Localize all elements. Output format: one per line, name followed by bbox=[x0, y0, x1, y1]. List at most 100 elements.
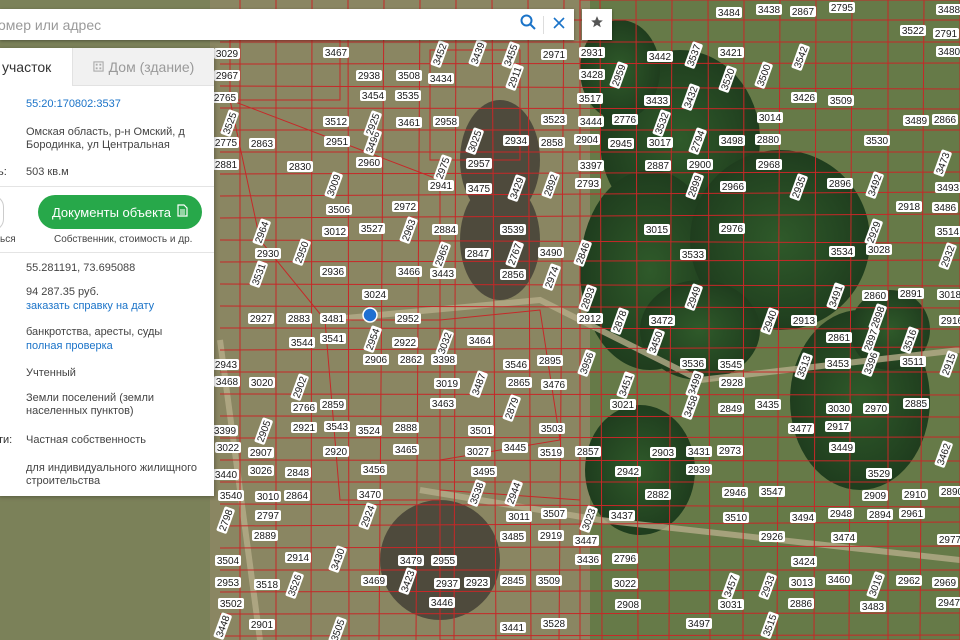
plot-label[interactable]: 3475 bbox=[466, 183, 492, 195]
plot-label[interactable]: 3493 bbox=[935, 182, 960, 194]
plot-label[interactable]: 3509 bbox=[828, 95, 854, 107]
plot-label[interactable]: 2930 bbox=[255, 248, 281, 260]
plot-label[interactable]: 3456 bbox=[361, 464, 387, 476]
plot-label[interactable]: 3510 bbox=[723, 512, 749, 524]
plot-label[interactable]: 3472 bbox=[649, 315, 675, 327]
plot-label[interactable]: 3527 bbox=[359, 223, 385, 235]
plot-label[interactable]: 2943 bbox=[213, 359, 239, 371]
plot-label[interactable]: 3514 bbox=[935, 226, 960, 238]
tab-land-plot[interactable]: участок bbox=[0, 48, 72, 87]
plot-label[interactable]: 3018 bbox=[937, 289, 960, 301]
plot-label[interactable]: 3446 bbox=[429, 597, 455, 609]
plot-label[interactable]: 3495 bbox=[471, 466, 497, 478]
plot-label[interactable]: 3444 bbox=[578, 116, 604, 128]
plot-label[interactable]: 2845 bbox=[500, 575, 526, 587]
plot-label[interactable]: 2903 bbox=[650, 447, 676, 459]
plot-label[interactable]: 3397 bbox=[578, 160, 604, 172]
tab-building[interactable]: Дом (здание) bbox=[72, 48, 214, 85]
plot-label[interactable]: 2962 bbox=[896, 575, 922, 587]
plot-label[interactable]: 2882 bbox=[645, 489, 671, 501]
plot-label[interactable]: 2934 bbox=[503, 135, 529, 147]
plot-label[interactable]: 2951 bbox=[324, 136, 350, 148]
plot-label[interactable]: 2858 bbox=[539, 137, 565, 149]
plot-label[interactable]: 3545 bbox=[718, 359, 744, 371]
plot-label[interactable]: 3498 bbox=[719, 135, 745, 147]
plot-label[interactable]: 3546 bbox=[503, 359, 529, 371]
plot-label[interactable]: 2966 bbox=[720, 181, 746, 193]
plot-label[interactable]: 3017 bbox=[647, 137, 673, 149]
plot-label[interactable]: 2900 bbox=[687, 159, 713, 171]
plot-label[interactable]: 2912 bbox=[577, 313, 603, 325]
plot-label[interactable]: 2967 bbox=[214, 70, 240, 82]
plot-label[interactable]: 2766 bbox=[291, 402, 317, 414]
plot-label[interactable]: 2945 bbox=[608, 138, 634, 150]
plot-label[interactable]: 2948 bbox=[828, 508, 854, 520]
plot-label[interactable]: 3536 bbox=[680, 358, 706, 370]
cadastral-number-link[interactable]: 55:20:170802:3537 bbox=[26, 98, 206, 111]
plot-label[interactable]: 2906 bbox=[363, 354, 389, 366]
plot-label[interactable]: 3518 bbox=[254, 579, 280, 591]
plot-label[interactable]: 2970 bbox=[863, 403, 889, 415]
clear-button[interactable] bbox=[544, 9, 574, 40]
plot-label[interactable]: 3529 bbox=[866, 468, 892, 480]
plot-label[interactable]: 2880 bbox=[755, 134, 781, 146]
plot-label[interactable]: 3428 bbox=[579, 69, 605, 81]
documents-button[interactable]: Документы объекта bbox=[38, 195, 202, 229]
plot-label[interactable]: 3539 bbox=[500, 224, 526, 236]
plot-label[interactable]: 2908 bbox=[615, 599, 641, 611]
plot-label[interactable]: 3441 bbox=[500, 622, 526, 634]
full-check-link[interactable]: полная проверка bbox=[26, 340, 206, 353]
plot-label[interactable]: 2941 bbox=[428, 180, 454, 192]
plot-label[interactable]: 2889 bbox=[252, 530, 278, 542]
plot-label[interactable]: 3447 bbox=[573, 535, 599, 547]
plot-label[interactable]: 2860 bbox=[862, 290, 888, 302]
plot-label[interactable]: 3522 bbox=[900, 25, 926, 37]
plot-label[interactable]: 2857 bbox=[575, 446, 601, 458]
plot-label[interactable]: 2796 bbox=[612, 553, 638, 565]
plot-label[interactable]: 2864 bbox=[284, 490, 310, 502]
plot-label[interactable]: 3486 bbox=[932, 202, 958, 214]
plot-label[interactable]: 3014 bbox=[757, 112, 783, 124]
plot-label[interactable]: 3488 bbox=[936, 4, 960, 16]
search-button[interactable] bbox=[513, 9, 543, 40]
plot-label[interactable]: 2958 bbox=[433, 116, 459, 128]
plot-label[interactable]: 3460 bbox=[826, 574, 852, 586]
plot-label[interactable]: 3479 bbox=[398, 555, 424, 567]
plot-label[interactable]: 3504 bbox=[215, 555, 241, 567]
plot-label[interactable]: 3474 bbox=[831, 532, 857, 544]
plot-label[interactable]: 3021 bbox=[610, 399, 636, 411]
plot-label[interactable]: 3468 bbox=[214, 376, 240, 388]
plot-label[interactable]: 2856 bbox=[500, 269, 526, 281]
plot-label[interactable]: 2765 bbox=[212, 92, 238, 104]
plot-label[interactable]: 2890 bbox=[939, 486, 960, 498]
plot-label[interactable]: 2861 bbox=[826, 332, 852, 344]
plot-label[interactable]: 3453 bbox=[825, 358, 851, 370]
plot-label[interactable]: 3484 bbox=[716, 7, 742, 19]
plot-label[interactable]: 3503 bbox=[539, 423, 565, 435]
plot-label[interactable]: 3501 bbox=[468, 425, 494, 437]
plot-label[interactable]: 2793 bbox=[575, 178, 601, 190]
plot-label[interactable]: 2891 bbox=[898, 288, 924, 300]
plot-label[interactable]: 2888 bbox=[393, 422, 419, 434]
plot-label[interactable]: 3466 bbox=[396, 266, 422, 278]
plot-label[interactable]: 3434 bbox=[428, 73, 454, 85]
plot-label[interactable]: 3011 bbox=[506, 511, 532, 523]
plot-label[interactable]: 3470 bbox=[357, 489, 383, 501]
plot-label[interactable]: 2927 bbox=[248, 313, 274, 325]
plot-label[interactable]: 3024 bbox=[362, 289, 388, 301]
plot-label[interactable]: 3494 bbox=[790, 512, 816, 524]
plot-label[interactable]: 2921 bbox=[291, 422, 317, 434]
plot-label[interactable]: 3454 bbox=[360, 90, 386, 102]
plot-label[interactable]: 2865 bbox=[506, 377, 532, 389]
plot-label[interactable]: 2922 bbox=[392, 337, 418, 349]
plot-label[interactable]: 3438 bbox=[756, 4, 782, 16]
plot-label[interactable]: 2907 bbox=[248, 447, 274, 459]
plot-label[interactable]: 2946 bbox=[722, 487, 748, 499]
plot-label[interactable]: 2971 bbox=[541, 49, 567, 61]
plot-label[interactable]: 3540 bbox=[218, 490, 244, 502]
plot-label[interactable]: 3489 bbox=[903, 115, 929, 127]
plot-label[interactable]: 3485 bbox=[500, 531, 526, 543]
plot-label[interactable]: 2849 bbox=[718, 403, 744, 415]
plot-label[interactable]: 2913 bbox=[791, 315, 817, 327]
plot-label[interactable]: 3528 bbox=[541, 618, 567, 630]
